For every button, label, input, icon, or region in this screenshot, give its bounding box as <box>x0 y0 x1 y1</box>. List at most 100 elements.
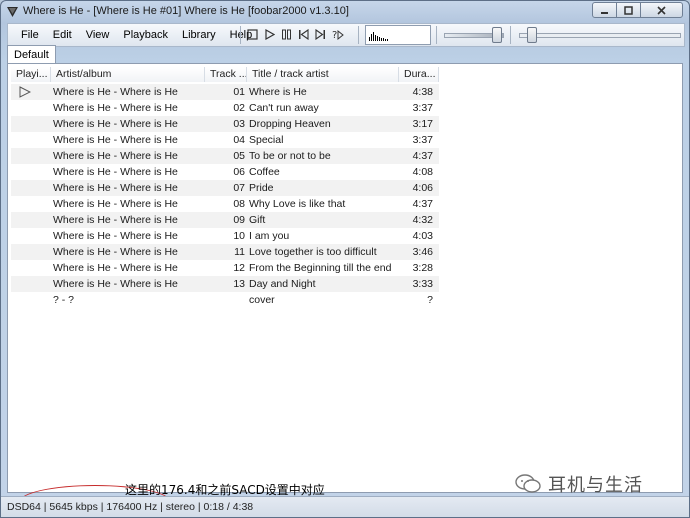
artist-album-cell: ? - ? <box>53 294 75 306</box>
random-icon: ? <box>332 29 344 41</box>
duration-cell: 3:33 <box>412 278 433 290</box>
next-icon <box>315 29 325 40</box>
duration-cell: 4:37 <box>412 198 433 210</box>
seek-bar[interactable] <box>519 33 681 38</box>
foobar-app-icon <box>7 7 18 17</box>
track-number-cell: 12 <box>233 262 245 274</box>
duration-cell: 4:08 <box>412 166 433 178</box>
playlist-row[interactable]: Where is He - Where is He 04 Special 3:37 <box>11 132 439 148</box>
duration-cell: 3:17 <box>412 118 433 130</box>
title-cell: To be or not to be <box>249 150 331 162</box>
duration-cell: 4:03 <box>412 230 433 242</box>
duration-cell: 3:37 <box>412 102 433 114</box>
duration-cell: 4:38 <box>412 86 433 98</box>
pause-icon <box>282 29 291 40</box>
playlist-row[interactable]: Where is He - Where is He 10 I am you 4:03 <box>11 228 439 244</box>
vis-bar <box>369 37 370 41</box>
artist-album-cell: Where is He - Where is He <box>53 134 178 146</box>
vis-bar <box>377 36 378 41</box>
artist-album-cell: Where is He - Where is He <box>53 262 178 274</box>
playlist-row[interactable]: Where is He - Where is He 08 Why Love is l… <box>11 196 439 212</box>
volume-slider-thumb[interactable] <box>492 27 502 43</box>
seek-bar-thumb[interactable] <box>527 27 537 43</box>
close-icon <box>657 5 666 15</box>
playlist-row[interactable]: Where is He - Where is He 05 To be or not … <box>11 148 439 164</box>
playlist-row[interactable]: Where is He - Where is He 02 Can't run awa… <box>11 100 439 116</box>
now-playing-icon <box>19 86 31 98</box>
stop-button[interactable] <box>246 28 259 41</box>
pause-button[interactable] <box>280 28 293 41</box>
title-cell: Gift <box>249 214 266 226</box>
duration-cell: 3:46 <box>412 246 433 258</box>
window-title: Where is He - [Where is He #01] Where is… <box>23 5 349 17</box>
artist-album-cell: Where is He - Where is He <box>53 182 178 194</box>
menu-library[interactable]: Library <box>175 27 223 43</box>
status-text: DSD64 | 5645 kbps | 176400 Hz | stereo |… <box>7 501 254 513</box>
menu-view[interactable]: View <box>79 27 117 43</box>
playlist-row[interactable]: Where is He - Where is He 01 Where is He 4:… <box>11 84 439 100</box>
title-cell: Day and Night <box>249 278 316 290</box>
playlist-view[interactable]: Playi... Artist/album Track ... Title / … <box>7 63 683 493</box>
artist-album-cell: Where is He - Where is He <box>53 278 178 290</box>
wechat-icon <box>515 474 541 493</box>
title-cell: From the Beginning till the end <box>249 262 392 274</box>
track-number-cell: 11 <box>234 246 245 258</box>
track-number-cell: 05 <box>233 150 245 162</box>
playlist-row[interactable]: Where is He - Where is He 12 From the Begi… <box>11 260 439 276</box>
column-header-playing[interactable]: Playi... <box>11 67 51 82</box>
menu-edit[interactable]: Edit <box>46 27 79 43</box>
previous-icon <box>299 29 309 40</box>
status-bar: DSD64 | 5645 kbps | 176400 Hz | stereo |… <box>1 496 689 517</box>
playlist-row[interactable]: Where is He - Where is He 03 Dropping Heav… <box>11 116 439 132</box>
tab-default[interactable]: Default <box>7 45 56 64</box>
duration-cell: 4:06 <box>412 182 433 194</box>
menubar: File Edit View Playback Library Help <box>14 27 259 43</box>
svg-text:?: ? <box>332 30 337 41</box>
playlist-row[interactable]: Where is He - Where is He 07 Pride 4:06 <box>11 180 439 196</box>
column-header-duration[interactable]: Dura... <box>399 67 439 82</box>
column-header-artist-album[interactable]: Artist/album <box>51 67 205 82</box>
spectrum-visualisation[interactable] <box>365 25 431 45</box>
title-cell: Dropping Heaven <box>249 118 331 130</box>
random-button[interactable]: ? <box>331 28 344 41</box>
track-number-cell: 01 <box>233 86 245 98</box>
window-controls <box>592 2 683 18</box>
duration-cell: 4:32 <box>412 214 433 226</box>
title-bar[interactable]: Where is He - [Where is He #01] Where is… <box>1 1 689 23</box>
menu-toolbar-row: File Edit View Playback Library Help ? <box>7 23 685 47</box>
minimize-button[interactable] <box>592 2 617 18</box>
next-button[interactable] <box>314 28 327 41</box>
brand-name: 耳机与生活 <box>548 475 643 496</box>
stop-icon <box>247 29 258 40</box>
playlist-row[interactable]: Where is He - Where is He 06 Coffee 4:08 <box>11 164 439 180</box>
title-cell: I am you <box>249 230 290 242</box>
playlist-row[interactable]: Where is He - Where is He 09 Gift 4:32 <box>11 212 439 228</box>
title-cell: Pride <box>249 182 274 194</box>
close-button[interactable] <box>640 2 683 18</box>
vis-bar <box>383 38 384 41</box>
playlist-row[interactable]: Where is He - Where is He 11 Love together… <box>11 244 439 260</box>
minimize-icon <box>601 11 608 14</box>
title-cell: cover <box>249 294 275 306</box>
column-header-title[interactable]: Title / track artist <box>247 67 399 82</box>
title-cell: Why Love is like that <box>249 198 346 210</box>
playlist-row[interactable]: Where is He - Where is He 13 Day and Night… <box>11 276 439 292</box>
column-header-track[interactable]: Track ... <box>205 67 247 82</box>
maximize-button[interactable] <box>616 2 641 18</box>
artist-album-cell: Where is He - Where is He <box>53 118 178 130</box>
previous-button[interactable] <box>297 28 310 41</box>
playlist-tabs: Default <box>7 45 683 64</box>
track-number-cell: 04 <box>233 134 245 146</box>
title-cell: Coffee <box>249 166 280 178</box>
artist-album-cell: Where is He - Where is He <box>53 246 178 258</box>
track-number-cell: 02 <box>233 102 245 114</box>
menu-playback[interactable]: Playback <box>116 27 175 43</box>
playlist-row[interactable]: ? - ? cover? <box>11 292 439 308</box>
menu-file[interactable]: File <box>14 27 46 43</box>
title-cell: Where is He <box>249 86 307 98</box>
duration-cell: ? <box>427 294 433 306</box>
vis-bar <box>371 34 372 41</box>
toolbar-separator <box>358 26 359 44</box>
artist-album-cell: Where is He - Where is He <box>53 86 178 98</box>
play-button[interactable] <box>263 28 276 41</box>
